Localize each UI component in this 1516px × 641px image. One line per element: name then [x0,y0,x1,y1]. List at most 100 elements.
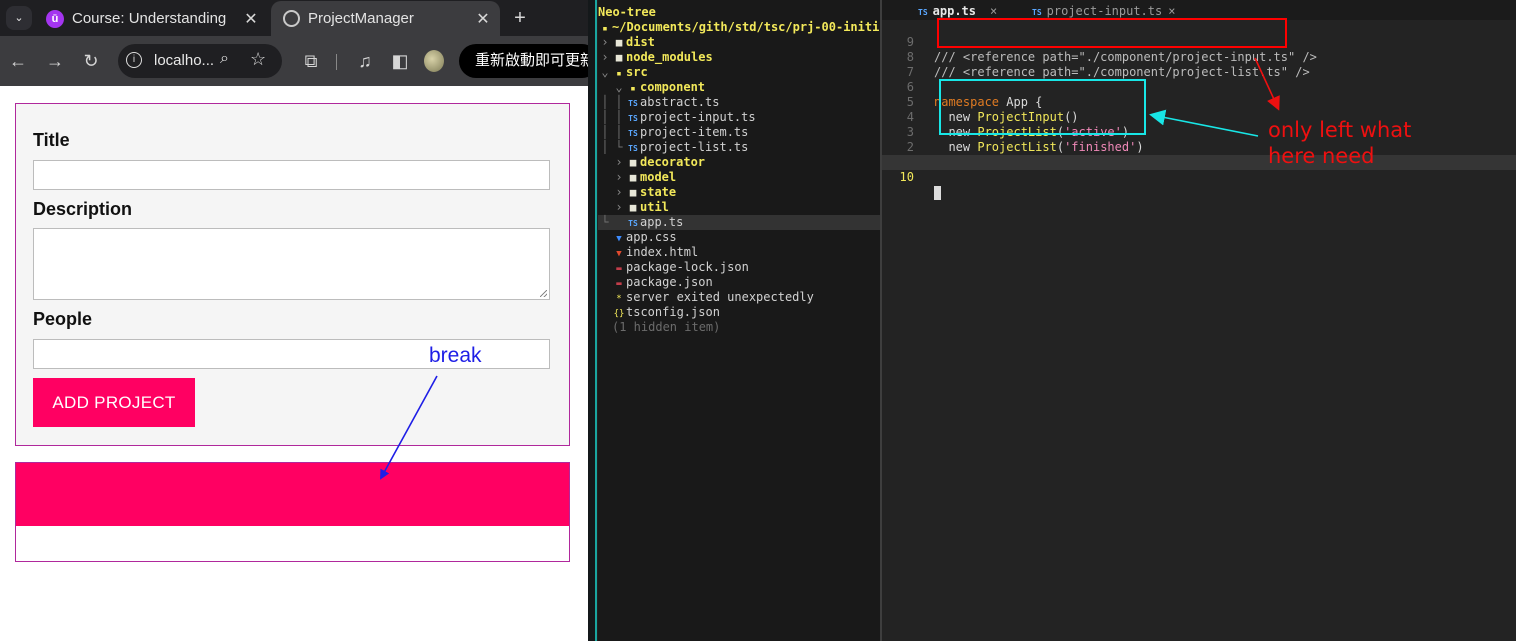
tree-item-state[interactable]: › ■ state [598,185,880,200]
chevron-down-icon: ⌄ [615,80,623,94]
back-icon[interactable]: ← [5,48,31,74]
text-cursor [934,185,941,200]
site-info-icon[interactable]: i [126,52,142,68]
annotation-note: only left what here need [1268,117,1411,169]
tree-item-label: app.ts [640,215,684,229]
tree-item-app-ts[interactable]: └ TS app.ts [598,215,880,230]
annotation-break: break [429,344,482,367]
tree-item-src[interactable]: ⌄ ▪ src [598,65,880,80]
tree-item-label: component [640,80,706,94]
new-tab-icon[interactable]: + [508,4,532,32]
typescript-icon: TS [628,99,638,108]
folder-icon: ■ [629,201,637,214]
folder-icon: ■ [629,171,637,184]
tree-item-app-css[interactable]: ▼ app.css [598,230,880,245]
tree-item-server-exited[interactable]: * server exited unexpectedly [598,290,880,305]
tree-item-component[interactable]: ⌄ ▪ component [598,80,880,95]
tree-item-model[interactable]: › ■ model [598,170,880,185]
annotation-note-line: only left what [1268,118,1412,142]
globe-icon [283,10,300,27]
tab-course[interactable]: ū Course: Understanding ✕ [36,1,268,36]
typescript-icon: TS [628,144,638,153]
tree-item-util[interactable]: › ■ util [598,200,880,215]
project-list-header [16,463,569,526]
close-tab-icon[interactable]: × [1168,4,1175,18]
extensions-icon[interactable]: ⧉ [298,48,324,74]
chevron-right-icon: › [615,185,623,199]
typescript-icon: TS [918,8,928,17]
tree-item-project-item-ts[interactable]: │ │ TS project-item.ts [598,125,880,140]
annotation-note-line: here need [1268,144,1375,168]
tree-item-project-input-ts[interactable]: │ │ TS project-input.ts [598,110,880,125]
folder-icon: ■ [629,186,637,199]
tree-root-label: ~/Documents/gith/std/tsc/prj-00-initi [612,20,880,34]
update-button[interactable]: 重新啟動即可更新 [459,44,588,78]
forward-icon[interactable]: → [42,48,68,74]
browser-window: ⌄ ū Course: Understanding ✕ ProjectManag… [0,0,588,641]
bookmark-star-icon[interactable]: ☆ [250,49,266,70]
tree-item-node-modules[interactable]: › ■ node_modules [598,50,880,65]
editor-tab-label: app.ts [932,4,976,18]
tree-header: Neo-tree [598,5,880,20]
title-input[interactable] [33,160,550,190]
chevron-right-icon: › [615,200,623,214]
code-line[interactable]: 1 [882,140,1516,169]
tab-projectmanager[interactable]: ProjectManager ✕ [271,1,500,36]
tab-search-button[interactable]: ⌄ [6,6,32,30]
tree-item-decorator[interactable]: › ■ decorator [598,155,880,170]
project-form: Title Description People ADD PROJECT [15,103,570,446]
tab-title: Course: Understanding [72,10,227,27]
typescript-icon: TS [628,219,638,228]
title-label: Title [33,130,70,150]
address-bar[interactable]: i localho... ⌕ ☆ [118,44,282,78]
code-text [934,185,941,200]
tree-header-label: Neo-tree [598,5,656,19]
tree-item-label: util [640,200,669,214]
tree-item-dist[interactable]: › ■ dist [598,35,880,50]
tree-item-label: project-list.ts [640,140,749,154]
tree-item-label: app.css [626,230,677,244]
close-tab-icon[interactable]: ✕ [240,9,262,29]
tree-item-label: model [640,170,677,184]
editor-tab-label: project-input.ts [1046,4,1163,18]
tree-item-index-html[interactable]: ▼ index.html [598,245,880,260]
tree-hidden-items: (1 hidden item) [598,320,880,335]
tree-item-label: project-input.ts [640,110,756,124]
project-list [15,462,570,562]
toolbar-separator [336,54,337,70]
tree-item-label: package-lock.json [626,260,749,274]
people-label: People [33,309,93,329]
tree-item-abstract-ts[interactable]: │ │ TS abstract.ts [598,95,880,110]
tab-strip: ⌄ ū Course: Understanding ✕ ProjectManag… [0,0,588,36]
add-project-button[interactable]: ADD PROJECT [33,378,195,427]
close-tab-icon[interactable]: ✕ [472,9,494,29]
tree-item-label: decorator [640,155,706,169]
code-line[interactable]: 6 namespace App { [882,65,1516,109]
profile-avatar[interactable] [424,50,444,72]
chevron-right-icon: › [615,170,623,184]
typescript-icon: TS [628,114,638,123]
description-textarea[interactable] [33,228,550,300]
chevron-right-icon: › [601,50,609,64]
media-control-icon[interactable]: ♫ [352,48,378,74]
tree-item-label: dist [626,35,655,49]
browser-toolbar: ← → ↻ i localho... ⌕ ☆ ⧉ ♫ ◧ 重新啟動即可更新 [0,36,588,86]
side-panel-icon[interactable]: ◧ [387,48,413,74]
close-tab-icon[interactable]: × [990,4,997,18]
tree-item-label: state [640,185,677,199]
code-line-current[interactable]: 10 [882,155,1516,200]
resize-handle[interactable] [540,290,547,297]
tree-item-label: node_modules [626,50,713,64]
zoom-icon[interactable]: ⌕ [220,50,229,68]
tree-item-package-json[interactable]: ▬ package.json [598,275,880,290]
tree-item-project-list-ts[interactable]: │ └ TS project-list.ts [598,140,880,155]
tree-item-tsconfig-json[interactable]: {} tsconfig.json [598,305,880,320]
editor-tabline: TS app.ts × TS project-input.ts × [882,0,1516,20]
description-label: Description [33,199,133,219]
code-line[interactable]: 7 [882,50,1516,79]
tree-item-label: src [626,65,648,79]
tree-item-package-lock-json[interactable]: ▬ package-lock.json [598,260,880,275]
tree-root[interactable]: ▪ ~/Documents/gith/std/tsc/prj-00-initi [598,20,880,35]
reload-icon[interactable]: ↻ [78,48,104,74]
chevron-right-icon: › [615,155,623,169]
